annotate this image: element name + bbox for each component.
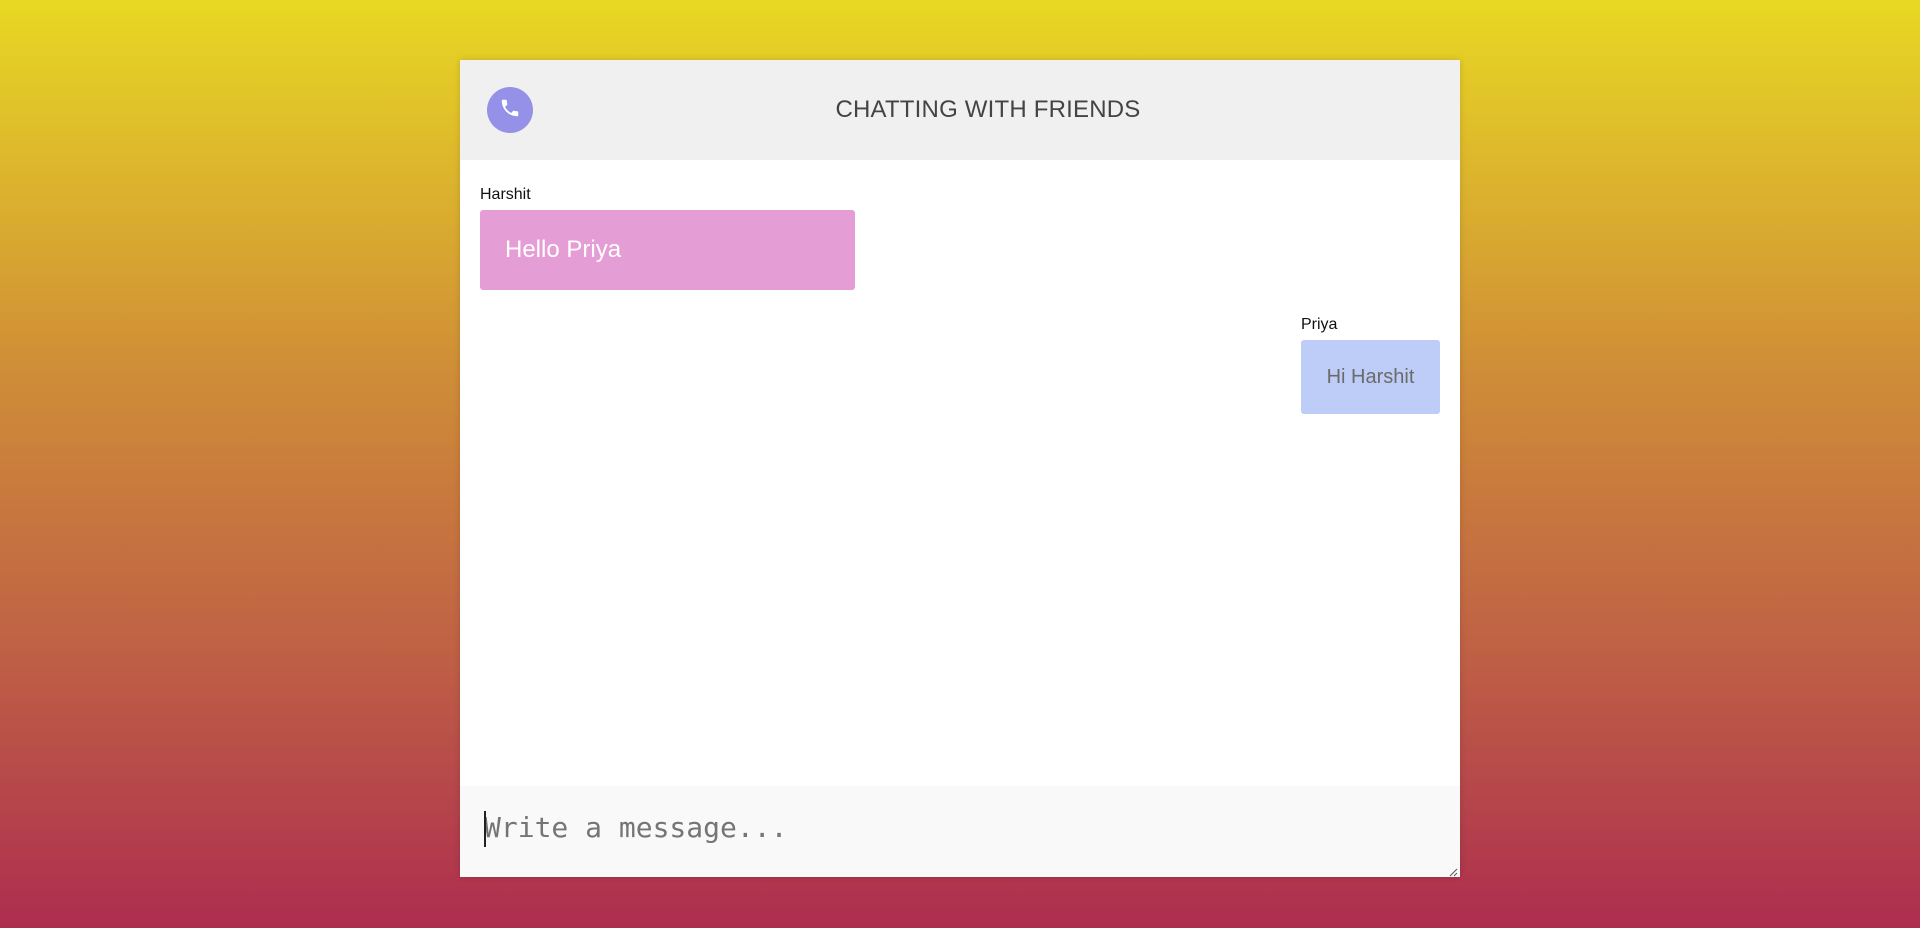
phone-icon [499,97,521,124]
message-list: Harshit Hello Priya Priya Hi Harshit [460,160,1460,786]
resize-handle-icon[interactable] [1448,864,1458,877]
message-input[interactable] [460,786,1460,877]
message-text: Hello Priya [505,236,622,263]
message-item: Harshit Hello Priya [480,186,855,290]
message-composer [460,786,1460,877]
chat-title: CHATTING WITH FRIENDS [835,96,1141,123]
message-bubble: Hi Harshit [1301,340,1440,414]
message-sender: Harshit [480,186,531,203]
message-item: Priya Hi Harshit [1301,316,1440,414]
message-sender: Priya [1301,316,1338,333]
message-bubble: Hello Priya [480,210,855,290]
call-button[interactable] [487,87,533,133]
text-caret [484,811,486,847]
chat-header: CHATTING WITH FRIENDS [460,60,1460,160]
message-text: Hi Harshit [1326,365,1415,388]
chat-window: CHATTING WITH FRIENDS Harshit Hello Priy… [460,60,1460,877]
